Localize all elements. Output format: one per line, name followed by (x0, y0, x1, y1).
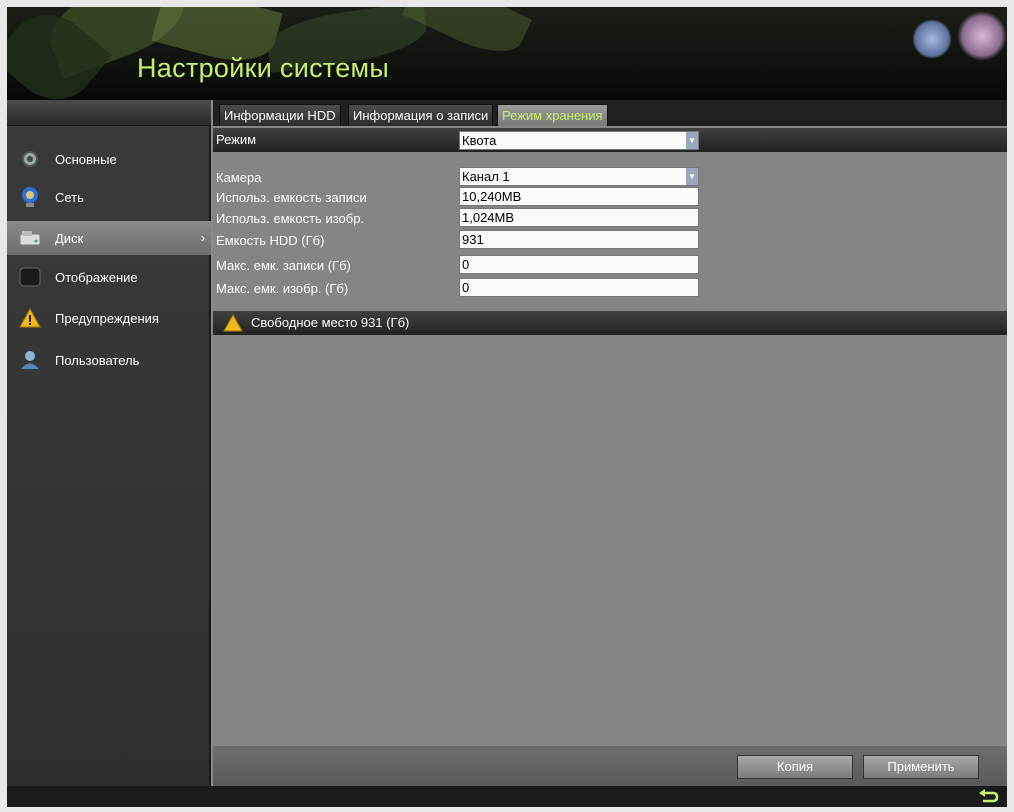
warning-icon (223, 313, 243, 335)
sidebar-item-label: Пользователь (55, 352, 140, 368)
footer-bar: Копия Применить (213, 746, 1007, 786)
page-title: Настройки системы (137, 53, 390, 83)
header-banner: Настройки системы (7, 7, 1007, 100)
sidebar-item-label: Отображение (55, 269, 138, 285)
sidebar-item-general[interactable]: Основные (7, 142, 211, 176)
chevron-right-icon: › (201, 231, 205, 245)
settings-icon (19, 148, 41, 170)
free-space-text: Свободное место 931 (Гб) (251, 315, 410, 330)
tab-record-info[interactable]: Информация о записи (348, 104, 494, 126)
user-icon (19, 349, 41, 371)
sidebar-header (7, 100, 211, 126)
camera-value: Канал 1 (462, 169, 510, 184)
max-image-input[interactable]: 0 (459, 278, 699, 297)
max-image-label: Макс. емк. изобр. (Гб) (216, 281, 349, 296)
mode-label: Режим (216, 132, 257, 147)
camera-select[interactable]: Канал 1 ▼ (459, 167, 699, 186)
chevron-down-icon: ▼ (686, 168, 698, 185)
orb-decoration (912, 19, 952, 59)
apply-button[interactable]: Применить (863, 755, 979, 779)
max-record-input[interactable]: 0 (459, 255, 699, 274)
sidebar: Основные Сеть Диск › Отображение Предупр… (7, 126, 211, 786)
back-icon[interactable] (977, 789, 1001, 805)
used-record-label: Использ. емкость записи (216, 190, 367, 205)
mode-value: Квота (462, 133, 497, 148)
sidebar-item-display[interactable]: Отображение (7, 260, 211, 294)
network-icon (19, 186, 41, 208)
chevron-down-icon: ▼ (686, 132, 698, 149)
tab-hdd-info[interactable]: Информации HDD (219, 104, 341, 126)
sidebar-item-label: Диск (55, 230, 84, 246)
main-content: Режим Квота ▼ Камера Канал 1 ▼ Использ. … (213, 126, 1007, 746)
orb-decoration (957, 11, 1007, 61)
used-image-label: Использ. емкость изобр. (216, 211, 365, 226)
hdd-capacity-field: 931 (459, 230, 699, 249)
warning-icon (19, 307, 41, 329)
max-record-label: Макс. емк. записи (Гб) (216, 258, 351, 273)
hdd-capacity-label: Емкость HDD (Гб) (216, 233, 325, 248)
status-bar (7, 786, 1007, 807)
camera-label: Камера (216, 170, 262, 185)
sidebar-item-disk[interactable]: Диск › (7, 221, 211, 255)
free-space-notice: Свободное место 931 (Гб) (213, 311, 1007, 335)
sidebar-item-label: Предупреждения (55, 310, 159, 326)
window: Настройки системы Основные Сеть Диск › О… (7, 7, 1007, 807)
tab-bar: Информации HDD Информация о записи Режим… (213, 100, 1007, 126)
sidebar-item-network[interactable]: Сеть (7, 180, 211, 214)
tab-storage-mode[interactable]: Режим хранения (497, 104, 608, 126)
copy-button[interactable]: Копия (737, 755, 853, 779)
sidebar-item-user[interactable]: Пользователь (7, 343, 211, 377)
sidebar-item-label: Основные (55, 151, 117, 167)
mode-row: Режим Квота ▼ (213, 128, 1007, 152)
display-icon (19, 266, 41, 288)
mode-select[interactable]: Квота ▼ (459, 131, 699, 150)
sidebar-item-warnings[interactable]: Предупреждения (7, 301, 211, 335)
disk-icon (19, 227, 41, 249)
used-record-field: 10,240MB (459, 187, 699, 206)
sidebar-item-label: Сеть (55, 189, 84, 205)
used-image-field: 1,024MB (459, 208, 699, 227)
